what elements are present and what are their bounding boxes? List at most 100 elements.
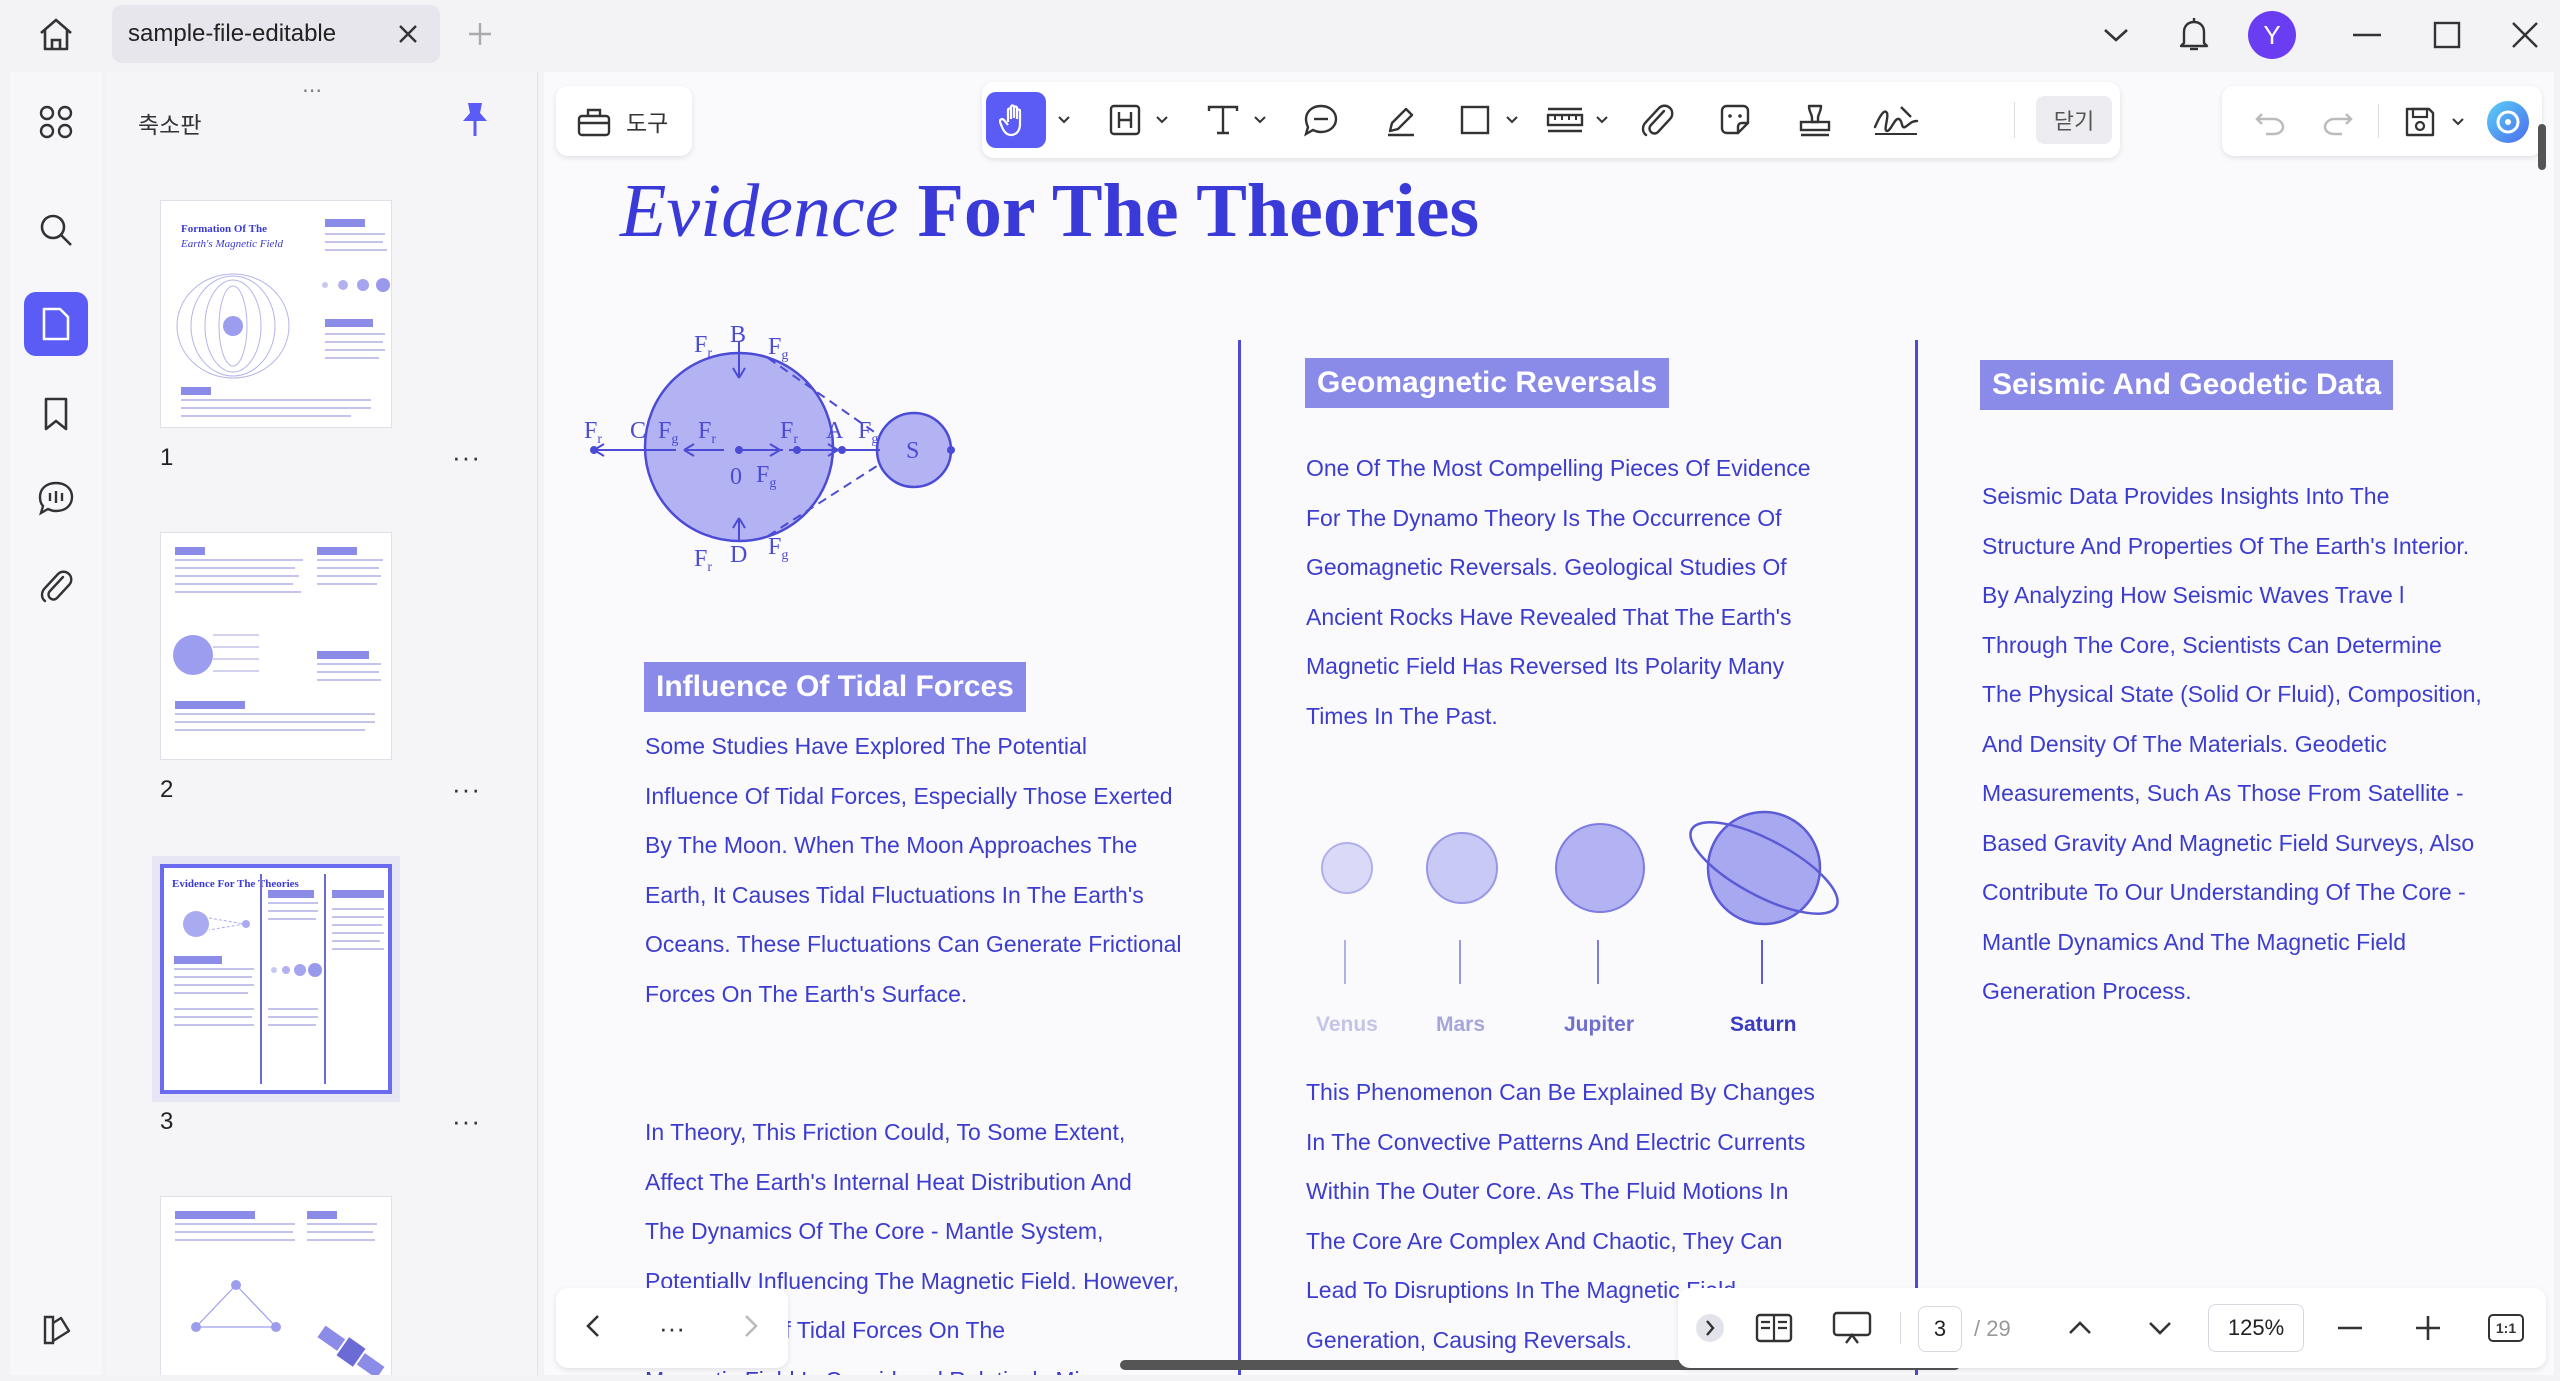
minimize-button[interactable]	[2342, 10, 2392, 60]
measure-tool-dropdown[interactable]	[1592, 92, 1612, 148]
title-bold: For The Theories	[917, 169, 1480, 253]
label-d: D	[730, 542, 747, 568]
all-tools-button[interactable]	[24, 90, 88, 154]
text-tool-dropdown[interactable]	[1250, 92, 1270, 148]
measure-tool-button[interactable]	[1538, 92, 1592, 148]
comment-tool-button[interactable]	[1294, 92, 1348, 148]
tools-menu-button[interactable]: 도구	[556, 86, 692, 156]
vertical-scrollbar[interactable]	[2538, 124, 2546, 170]
page-thumbnail-2[interactable]	[160, 532, 392, 760]
redo-button[interactable]	[2312, 94, 2364, 150]
attach-tool-button[interactable]	[1630, 92, 1684, 148]
hand-icon	[999, 104, 1022, 137]
plus-icon	[469, 23, 491, 45]
annotation-toolbar: 닫기	[982, 82, 2120, 158]
chevron-down-icon	[1156, 116, 1168, 124]
paperclip-icon	[1641, 104, 1674, 137]
planets-illustration	[1321, 810, 1839, 984]
label-s: S	[906, 438, 919, 464]
presentation-button[interactable]	[1824, 1304, 1880, 1352]
chevron-down-icon	[1596, 116, 1608, 124]
thumb-more-button[interactable]: ···	[452, 442, 481, 473]
ai-assistant-button[interactable]	[2480, 94, 2536, 150]
label-fr: Fr	[694, 332, 712, 361]
next-page-button[interactable]	[2136, 1304, 2184, 1352]
hand-tool-dropdown[interactable]	[1054, 92, 1074, 148]
label-b: B	[730, 322, 746, 348]
planet-label-jupiter: Jupiter	[1564, 1013, 1635, 1036]
highlight-dropdown[interactable]	[1152, 92, 1172, 148]
thumb-title: Formation Of The	[181, 223, 267, 235]
shape-tool-button[interactable]	[1448, 92, 1502, 148]
thumb-page-number: 1	[160, 444, 174, 471]
close-icon	[399, 25, 417, 43]
comments-button[interactable]	[24, 466, 88, 530]
page-thumbnail-1[interactable]: Formation Of The Earth's Magnetic Field	[160, 200, 392, 428]
pen-tool-button[interactable]	[1374, 92, 1428, 148]
bookmarks-button[interactable]	[24, 382, 88, 446]
collapse-bar-button[interactable]	[1690, 1304, 1730, 1352]
label-fg: Fg	[858, 418, 878, 447]
shape-tool-dropdown[interactable]	[1502, 92, 1522, 148]
document-canvas[interactable]: Evidence For The Theories Fr B Fg Fr C F…	[544, 72, 2554, 1375]
more-options-button[interactable]: ···	[659, 1313, 685, 1344]
page-thumbnail-4[interactable]	[160, 1196, 392, 1375]
hand-tool-button[interactable]	[986, 92, 1046, 148]
thumb-network-diagram	[191, 1280, 281, 1332]
mars-planet	[1426, 832, 1498, 904]
new-tab-button[interactable]	[462, 16, 498, 52]
save-icon	[2405, 107, 2435, 137]
tabs-dropdown-button[interactable]	[2094, 10, 2138, 60]
thumbnail-panel: ⋯ 축소판 Formation Of The Earth's Magnetic …	[106, 72, 538, 1375]
attachments-button[interactable]	[24, 554, 88, 618]
venus-planet	[1321, 842, 1373, 894]
document-tab[interactable]: sample-file-editable	[112, 5, 440, 63]
chevron-down-icon	[2104, 29, 2128, 42]
notifications-button[interactable]	[2170, 10, 2218, 60]
tab-close-button[interactable]	[392, 18, 424, 50]
maximize-button[interactable]	[2422, 10, 2472, 60]
home-button[interactable]	[30, 14, 82, 54]
save-button[interactable]	[2394, 94, 2446, 150]
label-o: 0	[730, 464, 742, 490]
highlight-text-button[interactable]	[1098, 92, 1152, 148]
panel-drag-handle[interactable]: ⋯	[302, 78, 324, 103]
page-layout-button[interactable]	[1748, 1304, 1800, 1352]
label-fr: Fr	[694, 546, 712, 575]
bell-icon	[2179, 18, 2209, 51]
thumb-more-button[interactable]: ···	[452, 774, 481, 805]
undo-button[interactable]	[2244, 94, 2296, 150]
search-button[interactable]	[24, 198, 88, 262]
thumb-planets	[271, 963, 322, 977]
chevron-down-icon	[1058, 116, 1070, 124]
thumb-page-number: 3	[160, 1108, 174, 1135]
stamp-tool-button[interactable]	[1788, 92, 1842, 148]
thumb-more-button[interactable]: ···	[452, 1106, 481, 1137]
signature-tool-button[interactable]	[1866, 92, 1926, 148]
save-dropdown[interactable]	[2448, 94, 2468, 150]
text-tool-button[interactable]	[1196, 92, 1250, 148]
page-thumbnail-3[interactable]: Evidence For The Theories	[160, 864, 392, 1094]
pin-panel-button[interactable]	[460, 100, 496, 140]
user-avatar-button[interactable]: Y	[2246, 10, 2298, 60]
next-button[interactable]	[743, 1313, 759, 1344]
close-window-button[interactable]	[2500, 10, 2550, 60]
sticker-tool-button[interactable]	[1708, 92, 1762, 148]
theme-button[interactable]	[24, 1298, 88, 1362]
zoom-out-button[interactable]	[2326, 1304, 2374, 1352]
previous-button[interactable]	[585, 1313, 601, 1344]
signature-icon	[1873, 106, 1919, 135]
ai-assistant-icon	[2487, 101, 2529, 143]
label-fg: Fg	[768, 334, 788, 363]
zoom-in-button[interactable]	[2404, 1304, 2452, 1352]
actual-size-button[interactable]: 1:1	[2482, 1304, 2530, 1352]
page-number-input[interactable]: 3	[1918, 1306, 1962, 1352]
previous-page-button[interactable]	[2056, 1304, 2104, 1352]
zoom-level[interactable]: 125%	[2208, 1304, 2304, 1352]
thumb-field-diagram	[176, 273, 290, 379]
palette-icon	[43, 1315, 71, 1345]
close-toolbar-button[interactable]: 닫기	[2036, 96, 2112, 144]
thumbnails-button[interactable]	[24, 292, 88, 356]
redo-icon	[2323, 113, 2353, 136]
planet-label-venus: Venus	[1316, 1013, 1378, 1036]
